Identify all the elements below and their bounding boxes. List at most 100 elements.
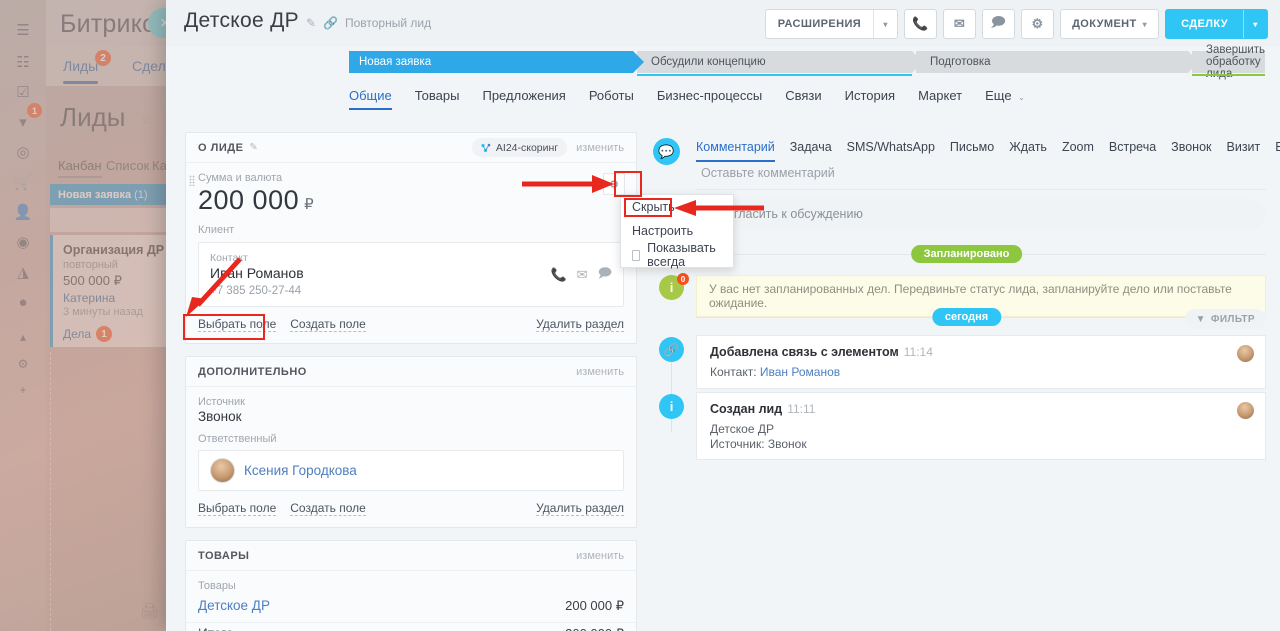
- tab-label: Звонок: [1171, 140, 1211, 154]
- bg-subtab-kanban[interactable]: Канбан: [58, 158, 102, 178]
- tab-history[interactable]: История: [845, 88, 895, 110]
- printer-icon[interactable]: 🖨: [140, 602, 159, 620]
- gear-icon[interactable]: ⚙: [11, 352, 35, 376]
- tab-label: Zoom: [1062, 140, 1094, 154]
- contacts-icon[interactable]: 👤: [11, 200, 35, 224]
- delete-section-link[interactable]: Удалить раздел: [536, 317, 624, 332]
- chat-icon[interactable]: 🗩: [598, 264, 612, 286]
- extensions-button[interactable]: РАСШИРЕНИЯ ▾: [765, 9, 898, 39]
- product-name[interactable]: Детское ДР: [198, 598, 270, 613]
- timeline-tab-call[interactable]: Звонок: [1171, 140, 1211, 162]
- tab-label: Бизнес-процессы: [657, 88, 762, 103]
- funnel-badge: 1: [27, 103, 42, 118]
- tab-robots[interactable]: Роботы: [589, 88, 634, 110]
- timeline-tab-zoom[interactable]: Zoom: [1062, 140, 1094, 162]
- cart-icon[interactable]: 🛒: [11, 170, 35, 194]
- select-field-link[interactable]: Выбрать поле: [198, 501, 276, 516]
- left-column: О ЛИДЕ ✎ AI24-скоринг изменить: [185, 132, 637, 631]
- favorite-star-icon[interactable]: ☆: [140, 110, 153, 128]
- delete-section-link[interactable]: Удалить раздел: [536, 501, 624, 516]
- circle-icon[interactable]: ●: [11, 290, 35, 314]
- page-title: Детское ДР: [184, 9, 299, 33]
- timeline-tab-sms[interactable]: SMS/WhatsApp: [847, 140, 935, 162]
- kanban-card-deals-count: 1: [96, 326, 112, 342]
- stage-label: Новая заявка: [359, 56, 431, 68]
- comment-input[interactable]: Оставьте комментарий: [696, 166, 1266, 190]
- responsible-box[interactable]: Ксения Городкова: [198, 450, 624, 491]
- stage-preparation[interactable]: Подготовка: [916, 51, 1188, 73]
- tab-products[interactable]: Товары: [415, 88, 460, 110]
- gear-icon: ⚙: [1032, 16, 1044, 32]
- bg-subtab-list[interactable]: Список: [106, 158, 149, 173]
- robot-icon[interactable]: ◉: [11, 230, 35, 254]
- menu-item-always-show[interactable]: Показывать всегда: [621, 243, 733, 267]
- plus-icon[interactable]: +: [11, 378, 35, 402]
- bg-tab-leads-badge: 2: [95, 50, 111, 66]
- invite-input[interactable]: Пригласить к обсуждению: [696, 199, 1266, 229]
- tab-general[interactable]: Общие: [349, 88, 392, 110]
- network-icon[interactable]: ☷: [11, 50, 35, 74]
- tasks-icon[interactable]: ☑: [11, 80, 35, 104]
- responsible-name[interactable]: Ксения Городкова: [244, 463, 357, 478]
- timeline-tab-email[interactable]: Письмо: [950, 140, 994, 162]
- filter-button[interactable]: ▼ ФИЛЬТР: [1185, 309, 1266, 329]
- target-icon[interactable]: ◎: [11, 140, 35, 164]
- chat-bubble-icon: 💬: [653, 138, 680, 165]
- kanban-column-count: (1): [134, 189, 147, 201]
- app-root: ☰ ☷ ☑ ▾ 1 ◎ 🛒 👤 ◉ ◮ ● ▴ ⚙ + Битрикс ✕ ли…: [0, 0, 1280, 631]
- create-field-link[interactable]: Создать поле: [290, 501, 366, 516]
- timeline-tab-more[interactable]: Еще ⌄: [1275, 140, 1280, 176]
- drag-handle-icon[interactable]: [189, 175, 195, 186]
- edit-link[interactable]: изменить: [576, 550, 624, 562]
- edit-link[interactable]: изменить: [576, 142, 624, 154]
- stage-new-request[interactable]: Новая заявка: [349, 51, 633, 73]
- timeline-tab-meeting[interactable]: Встреча: [1109, 140, 1156, 162]
- field-source: Источник Звонок: [186, 387, 636, 424]
- timeline-tab-comment[interactable]: Комментарий: [696, 140, 775, 162]
- timeline-tab-task[interactable]: Задача: [790, 140, 832, 162]
- ai-scoring-chip[interactable]: AI24-скоринг: [472, 138, 567, 157]
- stage-finish-lead[interactable]: Завершить обработку лида: [1192, 51, 1265, 73]
- call-button[interactable]: 📞: [904, 9, 937, 39]
- annotation-box-gear: [614, 171, 642, 197]
- create-deal-button[interactable]: СДЕЛКУ ▾: [1165, 9, 1268, 39]
- tab-business-processes[interactable]: Бизнес-процессы: [657, 88, 762, 110]
- tab-more[interactable]: Еще ⌄: [985, 88, 1025, 110]
- chat-button[interactable]: 🗩: [982, 9, 1015, 39]
- chevron-down-icon[interactable]: ▾: [873, 10, 897, 38]
- checkbox[interactable]: [632, 250, 640, 261]
- status-badge: Запланировано: [911, 245, 1023, 263]
- contact-actions: 📞 ✉ 🗩: [550, 252, 612, 286]
- tab-market[interactable]: Маркет: [918, 88, 962, 110]
- envelope-icon[interactable]: ✉: [577, 267, 588, 283]
- timeline-tab-wait[interactable]: Ждать: [1009, 140, 1047, 162]
- paperclip-icon[interactable]: 🔗: [323, 16, 338, 30]
- event-body-link[interactable]: Иван Романов: [760, 365, 840, 379]
- tab-offers[interactable]: Предложения: [482, 88, 565, 110]
- mail-button[interactable]: ✉: [943, 9, 976, 39]
- pencil-icon[interactable]: ✎: [306, 16, 316, 30]
- bg-tab-leads[interactable]: Лиды: [63, 58, 98, 74]
- phone-icon[interactable]: 📞: [550, 267, 566, 283]
- field-value: Звонок: [198, 409, 624, 424]
- tab-label: Задача: [790, 140, 832, 154]
- stage-discussed-concept[interactable]: Обсудили концепцию: [637, 51, 912, 73]
- tab-label: Роботы: [589, 88, 634, 103]
- field-client: Клиент: [186, 216, 636, 236]
- field-label: Клиент: [198, 224, 624, 236]
- hamburger-icon[interactable]: ☰: [11, 18, 35, 42]
- document-button[interactable]: ДОКУМЕНТ ▾: [1060, 9, 1159, 39]
- pencil-icon[interactable]: ✎: [249, 142, 257, 153]
- create-field-link[interactable]: Создать поле: [290, 317, 366, 332]
- timeline-tab-visit[interactable]: Визит: [1227, 140, 1261, 162]
- storage-icon[interactable]: ◮: [11, 260, 35, 284]
- tab-links[interactable]: Связи: [785, 88, 821, 110]
- settings-button[interactable]: ⚙: [1021, 9, 1054, 39]
- edit-link[interactable]: изменить: [576, 366, 624, 378]
- client-contact-box[interactable]: Контакт Иван Романов +7 385 250-27-44 📞 …: [198, 242, 624, 307]
- chevron-down-icon[interactable]: ▾: [1243, 10, 1267, 38]
- sitemap-icon[interactable]: ▴: [11, 325, 35, 349]
- table-row[interactable]: Детское ДР 200 000 ₽: [186, 595, 636, 623]
- product-price: 200 000 ₽: [565, 626, 624, 631]
- menu-item-configure[interactable]: Настроить: [621, 219, 733, 243]
